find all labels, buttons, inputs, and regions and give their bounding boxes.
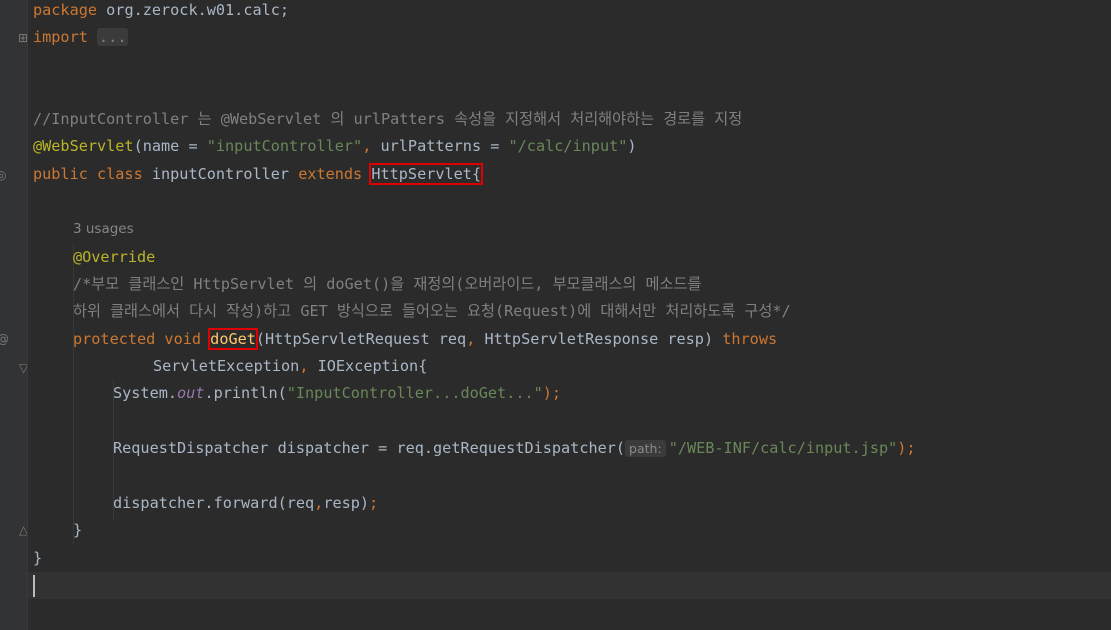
code-line-package: package org.zerock.w01.calc; (33, 0, 289, 24)
comma: , (466, 330, 476, 348)
statement-end: ); (897, 439, 916, 457)
throws-keyword: throws (722, 330, 778, 348)
code-line-block-comment-2: 하위 클래스에서 다시 작성)하고 GET 방식으로 들어오는 요청(Reque… (73, 302, 791, 320)
package-name: org.zerock.w01.calc; (97, 1, 290, 19)
url-patterns-key: urlPatterns = (371, 137, 509, 155)
io-exception: IOException{ (308, 357, 428, 375)
import-keyword: import (33, 28, 88, 46)
code-line-method-declaration: protected void doGet(HttpServletRequest … (73, 326, 777, 353)
override-method-icon[interactable]: @ (0, 332, 9, 346)
code-line-webservlet: @WebServlet(name = "inputController", ur… (33, 133, 637, 160)
forward-call: dispatcher.forward(req (113, 494, 315, 512)
code-editor[interactable]: package org.zerock.w01.calc; import ... … (28, 0, 1111, 630)
dispatcher-declaration: RequestDispatcher dispatcher = req.getRe… (113, 439, 626, 457)
webservlet-annotation: @WebServlet (33, 137, 134, 155)
forward-args: resp) (323, 494, 370, 512)
statement-end: ; (369, 494, 379, 512)
usages-hint[interactable]: 3 usages (73, 216, 134, 243)
statement-end: ); (542, 384, 562, 402)
method-params-2: HttpServletResponse resp) (475, 330, 723, 348)
code-line-exceptions: ServletException, IOException{ (153, 353, 427, 380)
method-name-highlight-box: doGet (208, 328, 258, 350)
code-line-class-declaration: public class inputController extends Htt… (33, 161, 484, 188)
code-line-dispatcher: RequestDispatcher dispatcher = req.getRe… (113, 435, 916, 462)
code-line-comment: //InputController 는 @WebServlet 의 urlPat… (33, 110, 743, 128)
servlet-name-value: "inputController" (206, 137, 363, 155)
println-string: "InputController...doGet..." (286, 384, 543, 402)
system-class: System. (113, 384, 178, 402)
extends-keyword: extends (298, 165, 363, 183)
import-fold-placeholder[interactable]: ... (97, 28, 129, 46)
out-field: out (177, 384, 205, 402)
annotation-params-close: ) (627, 137, 637, 155)
println-call: .println( (204, 384, 287, 402)
annotation-params-open: (name = (133, 137, 207, 155)
method-close-brace: } (73, 521, 83, 539)
code-line-import: import ... (33, 24, 129, 51)
servlet-exception: ServletException (153, 357, 300, 375)
class-close-brace: } (33, 549, 43, 567)
code-line-println: System.out.println("InputController...do… (113, 380, 561, 407)
current-line-highlight (28, 572, 1111, 599)
text-caret (33, 575, 35, 597)
superclass-highlight-box: HttpServlet{ (369, 163, 484, 185)
url-patterns-value: "/calc/input" (508, 137, 628, 155)
override-annotation: @Override (73, 248, 156, 266)
package-keyword: package (33, 1, 98, 19)
public-class-keyword: public class (33, 165, 143, 183)
jsp-path-string: "/WEB-INF/calc/input.jsp" (668, 439, 898, 457)
editor-gutter: ⊞ ◎ @ ▽ △ (0, 0, 28, 630)
parameter-name-hint: path: (625, 440, 666, 457)
class-name: inputController (142, 165, 299, 183)
comma: , (314, 494, 324, 512)
method-params: (HttpServletRequest req (255, 330, 467, 348)
servlet-class-icon[interactable]: ◎ (0, 168, 6, 182)
comma: , (362, 137, 372, 155)
protected-void-keyword: protected void (73, 330, 202, 348)
code-line-forward: dispatcher.forward(req,resp); (113, 490, 378, 517)
code-line-block-comment-1: /*부모 클래스인 HttpServlet 의 doGet()을 재정의(오버라… (73, 275, 702, 293)
